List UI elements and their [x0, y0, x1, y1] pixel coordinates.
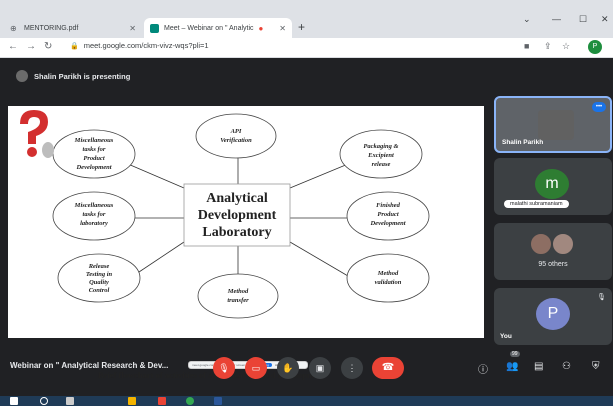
- svg-text:validation: validation: [375, 279, 402, 286]
- chrome-icon[interactable]: [186, 397, 194, 405]
- close-window-button[interactable]: ✕: [601, 14, 609, 25]
- svg-text:Miscellaneous: Miscellaneous: [74, 137, 114, 144]
- participant-photo: [538, 110, 574, 140]
- file-explorer-icon[interactable]: [128, 397, 136, 405]
- address-bar: ← → ↻ 🔒 meet.google.com/ckm-vivz-wqs?pli…: [0, 38, 613, 58]
- os-taskbar: [0, 396, 613, 406]
- svg-text:laboratory: laboratory: [80, 220, 108, 227]
- windows-start-icon[interactable]: [10, 397, 18, 405]
- camera-icon[interactable]: ■: [524, 41, 529, 51]
- bookmark-star-icon[interactable]: ☆: [562, 41, 570, 52]
- minimize-button[interactable]: —: [552, 14, 561, 24]
- svg-text:Release: Release: [88, 263, 110, 270]
- host-controls-icon[interactable]: ⛨: [592, 361, 600, 372]
- center-line-2: Development: [198, 208, 277, 223]
- participant-name: Shalin Parikh: [502, 139, 544, 146]
- svg-text:release: release: [372, 161, 391, 168]
- share-icon[interactable]: ⇪: [544, 41, 552, 52]
- svg-text:Product: Product: [377, 211, 399, 218]
- maximize-button[interactable]: ☐: [579, 14, 587, 25]
- svg-text:Control: Control: [89, 287, 110, 294]
- chat-icon[interactable]: ▤: [534, 361, 543, 372]
- svg-text:Development: Development: [369, 220, 405, 227]
- word-icon[interactable]: [214, 397, 222, 405]
- reload-icon[interactable]: ↻: [44, 41, 52, 52]
- avatar: [552, 233, 574, 255]
- svg-text:tasks for: tasks for: [83, 211, 106, 218]
- participant-avatar: m: [535, 169, 569, 199]
- meeting-title: Webinar on " Analytical Research & Dev..…: [10, 361, 169, 370]
- meet-stage: Shalin Parikh is presenting Analytical D…: [0, 58, 613, 396]
- tab-label: Meet – Webinar on " Analytic: [164, 24, 254, 32]
- meeting-details-icon[interactable]: ⓘ: [478, 361, 488, 376]
- presenting-banner: Shalin Parikh is presenting: [8, 67, 138, 85]
- recording-dot-icon: ●: [258, 23, 264, 33]
- participant-tile-others[interactable]: 95 others: [494, 223, 612, 280]
- svg-text:Verification: Verification: [220, 137, 252, 144]
- lock-icon: 🔒: [70, 42, 79, 50]
- svg-text:transfer: transfer: [227, 297, 249, 304]
- forward-icon[interactable]: →: [26, 41, 36, 52]
- browser-tab-strip: ⊕ MENTORING.pdf ✕ Meet – Webinar on " An…: [0, 0, 613, 38]
- pdf-icon: ⊕: [10, 23, 17, 33]
- participant-tile-shalin[interactable]: ••• Shalin Parikh: [494, 96, 612, 153]
- tab-search-icon[interactable]: ⌄: [523, 14, 531, 25]
- participant-name: You: [500, 333, 512, 340]
- speaking-indicator-icon: •••: [592, 102, 606, 112]
- camera-toggle-button[interactable]: ▭: [245, 357, 267, 379]
- close-tab-icon[interactable]: ✕: [129, 24, 136, 33]
- url-text: meet.google.com/ckm-vivz-wqs?pli=1: [83, 41, 209, 50]
- search-icon[interactable]: [40, 397, 48, 405]
- people-count-badge: 99: [510, 351, 520, 357]
- shared-slide: Analytical Development Laboratory API Ver…: [8, 106, 484, 380]
- center-line-3: Laboratory: [202, 225, 271, 240]
- presenter-avatar: [16, 70, 28, 82]
- task-view-icon[interactable]: [66, 397, 74, 405]
- meet-control-bar: Webinar on " Analytical Research & Dev..…: [0, 348, 613, 394]
- svg-text:API: API: [230, 128, 242, 135]
- others-count: 95 others: [538, 261, 568, 268]
- tab-meet[interactable]: Meet – Webinar on " Analytic ● ✕: [144, 18, 292, 38]
- present-button[interactable]: ▣: [309, 357, 331, 379]
- flowchart-diagram: Analytical Development Laboratory API Ver…: [52, 113, 430, 319]
- presenting-label: Shalin Parikh is presenting: [34, 71, 131, 81]
- svg-text:Excipient: Excipient: [367, 152, 394, 159]
- participant-tile-malathi[interactable]: m malathi subramaniam: [494, 158, 612, 215]
- tab-label: MENTORING.pdf: [24, 24, 79, 32]
- new-tab-button[interactable]: +: [298, 20, 305, 34]
- mic-off-icon: 🎙: [597, 294, 606, 301]
- participant-tile-you[interactable]: 🎙 P You: [494, 288, 612, 345]
- svg-text:Packaging &: Packaging &: [363, 143, 398, 150]
- svg-text:Development: Development: [75, 164, 111, 171]
- back-icon[interactable]: ←: [8, 41, 18, 52]
- leave-call-button[interactable]: ☎: [372, 357, 404, 379]
- svg-text:Miscellaneous: Miscellaneous: [74, 202, 114, 209]
- question-mark-illustration: [20, 110, 54, 158]
- svg-text:Testing in: Testing in: [86, 271, 113, 278]
- close-tab-icon[interactable]: ✕: [279, 24, 286, 33]
- svg-text:Quality: Quality: [89, 279, 109, 286]
- svg-text:Method: Method: [377, 270, 399, 277]
- people-icon[interactable]: 👥: [506, 361, 518, 372]
- avatar: [530, 233, 552, 255]
- others-avatars: [530, 233, 574, 255]
- center-line-1: Analytical: [206, 191, 268, 206]
- svg-text:Product: Product: [83, 155, 105, 162]
- profile-avatar[interactable]: P: [588, 40, 602, 54]
- participant-avatar: P: [536, 298, 570, 330]
- url-field[interactable]: 🔒 meet.google.com/ckm-vivz-wqs?pli=1: [70, 41, 209, 50]
- mic-toggle-button[interactable]: 🎙: [213, 357, 235, 379]
- tab-mentoring-pdf[interactable]: ⊕ MENTORING.pdf ✕: [4, 18, 142, 38]
- meet-logo-icon: [150, 23, 159, 33]
- more-options-button[interactable]: ⋮: [341, 357, 363, 379]
- raise-hand-button[interactable]: ✋: [277, 357, 299, 379]
- svg-text:Method: Method: [227, 288, 249, 295]
- activities-icon[interactable]: ⚇: [562, 361, 571, 372]
- svg-text:tasks for: tasks for: [83, 146, 106, 153]
- app-icon[interactable]: [158, 397, 166, 405]
- participant-name: malathi subramaniam: [504, 200, 569, 208]
- svg-text:Finished: Finished: [376, 202, 401, 209]
